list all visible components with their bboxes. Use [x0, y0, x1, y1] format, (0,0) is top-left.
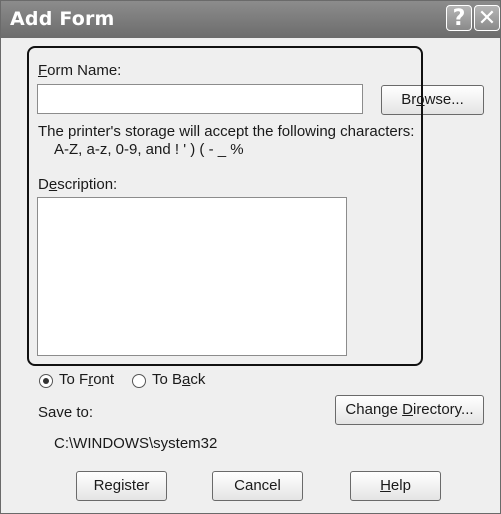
- change-directory-button[interactable]: Change Directory...: [335, 395, 484, 425]
- title-bar[interactable]: Add Form ? ✕: [1, 1, 500, 38]
- allowed-characters-note: The printer's storage will accept the fo…: [38, 123, 415, 140]
- register-button[interactable]: Register: [76, 471, 167, 501]
- add-form-dialog: Add Form ? ✕ Form Name: Browse... The pr…: [0, 0, 501, 514]
- to-front-radio[interactable]: [39, 374, 53, 388]
- radio-selected-dot: [43, 378, 49, 384]
- form-name-label: Form Name:: [38, 62, 122, 79]
- window-title: Add Form: [10, 8, 115, 30]
- save-to-label: Save to:: [38, 404, 94, 421]
- close-icon[interactable]: ✕: [474, 5, 500, 31]
- to-front-label[interactable]: To Front: [59, 371, 114, 388]
- save-to-path: C:\WINDOWS\system32: [54, 435, 218, 452]
- browse-button[interactable]: Browse...: [381, 85, 484, 115]
- to-back-radio[interactable]: [132, 374, 146, 388]
- allowed-characters-list: A-Z, a-z, 0-9, and ! ' ) ( - _ %: [54, 141, 244, 158]
- help-button[interactable]: Help: [350, 471, 441, 501]
- description-textarea[interactable]: [37, 197, 347, 356]
- form-name-input[interactable]: [37, 84, 363, 114]
- to-back-label[interactable]: To Back: [152, 371, 205, 388]
- cancel-button[interactable]: Cancel: [212, 471, 303, 501]
- description-label: Description:: [38, 176, 118, 193]
- help-icon[interactable]: ?: [446, 5, 472, 31]
